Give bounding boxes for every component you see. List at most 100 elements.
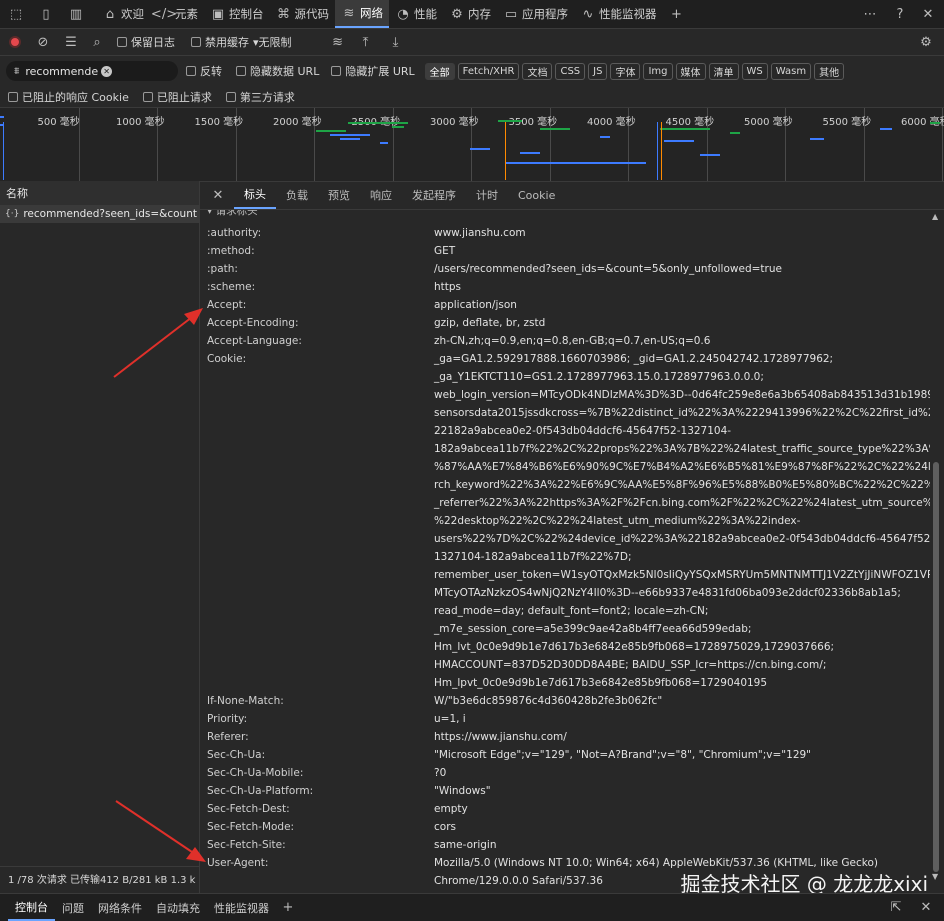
tab-elements[interactable]: </> 元素 — [150, 0, 204, 28]
inspect-icon[interactable]: ⬚ — [8, 6, 24, 22]
header-name: Sec-Fetch-Mode: — [207, 821, 295, 833]
record-icon[interactable] — [9, 36, 21, 48]
header-value: 1327104-182a9abcea11b7f%22%7D; — [434, 551, 632, 563]
type-filter-4[interactable]: JS — [588, 62, 608, 80]
timeline-marker — [661, 122, 662, 180]
request-headers-title[interactable]: ▾ 请求标头 — [207, 210, 258, 218]
type-filter-0[interactable]: 全部 — [424, 62, 455, 80]
drawer-tabs: 控制台 问题 网络条件 自动填充 性能监视器 — [8, 894, 276, 921]
scroll-up-icon[interactable]: ▲ — [932, 212, 938, 221]
filter-search-box[interactable]: ⩩ recommende ✕ — [6, 61, 178, 81]
drawer-tab-1[interactable]: 问题 — [55, 894, 91, 921]
hide-data-url-checkbox[interactable] — [236, 66, 246, 76]
network-settings-icon[interactable]: ⚙ — [918, 34, 934, 50]
timeline-overview[interactable]: 500 毫秒1000 毫秒1500 毫秒2000 毫秒2500 毫秒3000 毫… — [0, 107, 944, 182]
more-options-icon[interactable]: ⋯ — [862, 6, 878, 22]
device-toolbar-icon[interactable]: ▯ — [38, 6, 54, 22]
type-filter-1[interactable]: Fetch/XHR — [457, 62, 520, 80]
timeline-tick-label: 5500 毫秒 — [822, 117, 872, 128]
drawer-tab-3[interactable]: 自动填充 — [149, 894, 207, 921]
help-icon[interactable]: ? — [892, 6, 908, 22]
tab-sources[interactable]: ⌘ 源代码 — [270, 0, 336, 28]
blocked-cookies-checkbox[interactable] — [8, 92, 18, 102]
clear-filter-icon[interactable]: ✕ — [101, 65, 113, 77]
name-header-label: 名称 — [6, 187, 28, 200]
blocked-requests-checkbox[interactable] — [142, 92, 153, 102]
detail-tab-6[interactable]: Cookie — [508, 181, 565, 209]
type-filter-5[interactable]: 字体 — [610, 62, 641, 80]
network-conditions-icon[interactable]: ≋ — [330, 34, 346, 50]
detail-tab-3[interactable]: 响应 — [360, 181, 402, 209]
preserve-log-label: 保留日志 — [131, 36, 175, 49]
drawer-tab-0[interactable]: 控制台 — [8, 894, 55, 921]
blocked-requests-label: 已阻止请求 — [156, 91, 212, 104]
detail-tab-list: 标头 负载 预览 响应 发起程序 计时 Cookie — [234, 181, 565, 209]
detail-tab-1[interactable]: 负载 — [276, 181, 318, 209]
source-icon: ⌘ — [277, 6, 290, 22]
invert-checkbox[interactable] — [186, 66, 196, 76]
type-filter-9[interactable]: WS — [741, 62, 768, 80]
tab-performance[interactable]: ◔ 性能 — [389, 0, 443, 28]
more-tabs-icon[interactable]: + — [669, 6, 685, 22]
request-headers-section: ▾ 请求标头 :authority: www.jianshu.com:method… — [200, 210, 930, 892]
disable-cache-checkbox[interactable] — [191, 37, 201, 47]
type-filter-6[interactable]: Img — [643, 62, 673, 80]
type-filter-2[interactable]: 文档 — [522, 62, 553, 80]
request-row[interactable]: {·} recommended?seen_ids=&count=... — [0, 205, 199, 223]
throttle-select[interactable]: ▾无限制 — [253, 34, 292, 50]
drawer-tab-2[interactable]: 网络条件 — [91, 894, 149, 921]
close-drawer-icon[interactable]: ✕ — [918, 899, 934, 915]
header-value: www.jianshu.com — [434, 227, 526, 239]
header-value: sensorsdata2015jssdkcross=%7B%22distinct… — [434, 407, 930, 419]
header-value: https://www.jianshu.com/ — [434, 731, 567, 743]
type-filter-10[interactable]: Wasm — [770, 62, 812, 80]
download-icon[interactable]: ⤓ — [388, 34, 404, 50]
tab-console[interactable]: ▣ 控制台 — [204, 0, 270, 28]
tab-welcome[interactable]: ⌂ 欢迎 — [96, 0, 150, 28]
status-summary-text: 1 /78 次请求 已传输412 B/281 kB 1.3 k — [8, 874, 196, 886]
search-icon[interactable]: ⌕ — [89, 34, 105, 50]
close-detail-icon[interactable]: ✕ — [210, 187, 226, 203]
tab-memory[interactable]: ⚙ 内存 — [443, 0, 497, 28]
tab-application[interactable]: ▭ 应用程序 — [497, 0, 574, 28]
waterfall-bar — [470, 148, 490, 150]
dock-icon[interactable]: ▥ — [68, 6, 84, 22]
hide-ext-url-checkbox[interactable] — [331, 66, 342, 76]
third-party-checkbox[interactable] — [225, 92, 236, 102]
waterfall-bar — [498, 120, 522, 122]
type-filter-3[interactable]: CSS — [555, 62, 586, 80]
filter-input[interactable]: recommende — [25, 65, 98, 78]
disable-cache-label: 禁用缓存 — [205, 36, 249, 49]
type-filter-11[interactable]: 其他 — [814, 62, 845, 80]
filter-settings-icon[interactable]: ☰ — [63, 34, 79, 50]
dock-drawer-icon[interactable]: ⇱ — [888, 899, 904, 915]
invert-label: 反转 — [200, 65, 222, 78]
add-drawer-tab-icon[interactable]: + — [280, 900, 296, 916]
tab-perf-monitor[interactable]: ∿ 性能监视器 — [574, 0, 663, 28]
close-devtools-icon[interactable]: ✕ — [920, 6, 936, 22]
timeline-tick-label: 6000 毫秒 — [901, 117, 944, 128]
header-value: u=1, i — [434, 713, 466, 725]
timeline-marker — [657, 122, 658, 180]
preserve-log-checkbox[interactable] — [117, 37, 127, 47]
third-party-label: 第三方请求 — [239, 91, 295, 104]
header-value: /users/recommended?seen_ids=&count=5&onl… — [434, 263, 782, 275]
detail-tab-2[interactable]: 预览 — [318, 181, 360, 209]
type-filter-8[interactable]: 清单 — [708, 62, 739, 80]
name-column-header[interactable]: 名称 — [0, 181, 199, 206]
drawer-tab-4[interactable]: 性能监视器 — [207, 894, 276, 921]
scroll-down-icon[interactable]: ▼ — [932, 872, 938, 881]
clear-icon[interactable]: ⊘ — [35, 34, 51, 50]
scrollbar[interactable]: ▲ ▼ — [930, 212, 942, 884]
detail-tab-4[interactable]: 发起程序 — [402, 181, 466, 209]
detail-tab-5[interactable]: 计时 — [466, 181, 508, 209]
type-filter-7[interactable]: 媒体 — [675, 62, 706, 80]
header-value: GET — [434, 245, 456, 257]
scrollbar-thumb[interactable] — [933, 462, 939, 872]
detail-tab-0[interactable]: 标头 — [234, 181, 276, 209]
header-value: W/"b3e6dc859876c4d360428b2fe3b062fc" — [434, 695, 663, 707]
header-name: Accept-Encoding: — [207, 317, 299, 329]
upload-icon[interactable]: ⤒ — [358, 34, 374, 50]
tab-network[interactable]: ≋ 网络 — [335, 0, 389, 28]
waterfall-bar — [520, 152, 540, 154]
